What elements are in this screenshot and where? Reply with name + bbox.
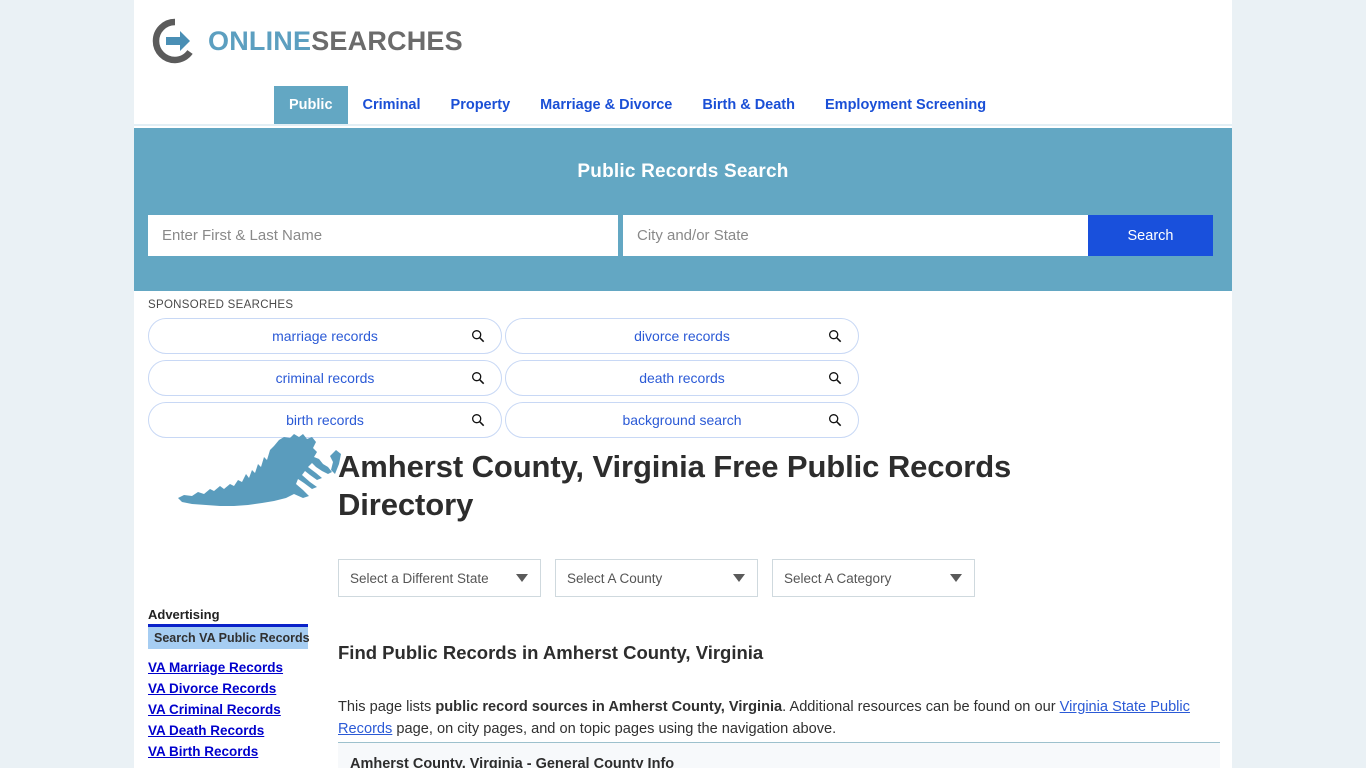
para-bold-phrase: public record sources in Amherst County,… [435,698,783,715]
main-navigation: Public Criminal Property Marriage & Divo… [134,86,1232,126]
logo-wordmark: ONLINESEARCHES [208,25,463,56]
chevron-down-icon [733,574,745,582]
sponsored-searches-grid: marriage records divorce records crimina… [148,318,1215,438]
pill-label: death records [639,370,725,386]
general-county-info-label: Amherst County, Virginia - General Count… [350,756,675,768]
ad-link-va-death-records[interactable]: VA Death Records [148,723,316,738]
nav-tab-marriage-divorce[interactable]: Marriage & Divorce [525,86,687,124]
logo-word-online: ONLINE [208,25,312,56]
location-search-input[interactable] [623,215,1088,256]
nav-tab-property[interactable]: Property [436,86,526,124]
sponsored-pill-background-search[interactable]: background search [505,402,859,438]
sidebar-advertising: Advertising Search VA Public Records VA … [148,607,316,759]
search-icon [829,414,842,427]
sponsored-pill-criminal-records[interactable]: criminal records [148,360,502,396]
search-form: Search [148,215,1215,256]
pill-label: background search [622,412,742,428]
ad-search-va-public-records[interactable]: Search VA Public Records [148,627,310,649]
state-select-label: Select a Different State [350,570,489,586]
para-tail: page, on city pages, and on topic pages … [392,720,837,737]
pill-label: divorce records [634,328,730,344]
ad-link-va-divorce-records[interactable]: VA Divorce Records [148,681,316,696]
nav-tab-criminal[interactable]: Criminal [348,86,436,124]
page-title: Amherst County, Virginia Free Public Rec… [338,448,1012,522]
county-select[interactable]: Select A County [555,559,758,597]
page-root: ONLINESEARCHES Public Criminal Property … [0,0,1366,768]
site-logo[interactable]: ONLINESEARCHES [152,18,463,64]
sponsored-pill-death-records[interactable]: death records [505,360,859,396]
ad-link-va-marriage-records[interactable]: VA Marriage Records [148,660,316,675]
name-search-input[interactable] [148,215,618,256]
hero-title: Public Records Search [577,161,789,182]
circle-arrow-icon [152,18,193,64]
sponsored-pill-divorce-records[interactable]: divorce records [505,318,859,354]
pill-label: criminal records [275,370,375,386]
advertising-heading: Advertising [148,607,220,622]
search-icon [829,330,842,343]
chevron-down-icon [516,574,528,582]
state-select[interactable]: Select a Different State [338,559,541,597]
filter-selects: Select a Different State Select A County… [338,559,975,597]
content-container: ONLINESEARCHES Public Criminal Property … [134,0,1232,768]
nav-tab-employment-screening[interactable]: Employment Screening [810,86,1001,124]
ad-link-va-birth-records[interactable]: VA Birth Records [148,744,316,759]
category-select[interactable]: Select A Category [772,559,975,597]
nav-tab-birth-death[interactable]: Birth & Death [687,86,810,124]
ad-link-va-criminal-records[interactable]: VA Criminal Records [148,702,316,717]
search-icon [472,372,485,385]
para-mid: . Additional resources can be found on o… [782,698,1060,715]
intro-paragraph: This page lists public record sources in… [338,696,1223,740]
search-icon [829,372,842,385]
section-heading: Find Public Records in Amherst County, V… [338,642,764,664]
category-select-label: Select A Category [784,570,892,586]
advertising-link-list: VA Marriage Records VA Divorce Records V… [148,660,316,759]
virginia-state-map-icon [178,434,341,506]
sponsored-pill-marriage-records[interactable]: marriage records [148,318,502,354]
pill-label: marriage records [272,328,378,344]
county-select-label: Select A County [567,570,663,586]
public-records-search-hero: Public Records Search Search [134,128,1232,291]
search-icon [472,330,485,343]
sponsored-searches-label: SPONSORED SEARCHES [148,299,294,311]
search-icon [472,414,485,427]
chevron-down-icon [950,574,962,582]
logo-word-searches: SEARCHES [311,25,463,56]
para-lead: This page lists [338,698,436,715]
nav-tab-public[interactable]: Public [274,86,348,124]
search-button[interactable]: Search [1088,215,1213,256]
